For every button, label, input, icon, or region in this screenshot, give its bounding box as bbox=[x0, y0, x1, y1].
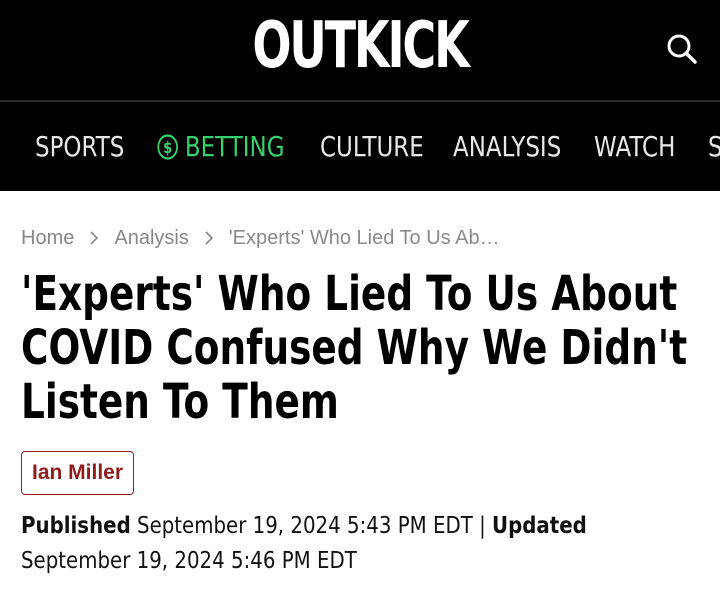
nav-culture-label: CULTURE bbox=[320, 130, 424, 163]
nav-sports-label: SPORTS bbox=[35, 130, 125, 163]
published-date: September 19, 2024 5:43 PM EDT bbox=[137, 513, 473, 539]
nav-culture[interactable]: CULTURE bbox=[320, 130, 424, 163]
main-nav: SPORTS $ BETTING CULTURE ANALYSIS WATCH … bbox=[0, 101, 720, 191]
updated-date: September 19, 2024 5:46 PM EDT bbox=[21, 548, 357, 574]
nav-betting[interactable]: $ BETTING bbox=[157, 130, 285, 163]
site-header: OUTKICK bbox=[0, 0, 720, 101]
article-title: 'Experts' Who Lied To Us About COVID Con… bbox=[21, 266, 688, 430]
outkick-logo[interactable]: OUTKICK bbox=[101, 6, 619, 86]
search-icon[interactable] bbox=[666, 33, 698, 65]
svg-text:$: $ bbox=[163, 138, 172, 157]
nav-betting-label: BETTING bbox=[184, 130, 285, 163]
nav-analysis[interactable]: ANALYSIS bbox=[453, 130, 561, 163]
nav-more-label: S bbox=[708, 130, 720, 163]
dollar-circle-icon: $ bbox=[157, 133, 178, 160]
breadcrumb-analysis[interactable]: Analysis bbox=[114, 227, 188, 250]
article-dates: Published September 19, 2024 5:43 PM EDT… bbox=[21, 509, 697, 579]
breadcrumb-current: 'Experts' Who Lied To Us Ab… bbox=[228, 226, 500, 249]
nav-watch[interactable]: WATCH bbox=[594, 130, 675, 163]
published-label: Published bbox=[21, 513, 131, 539]
date-separator: | bbox=[479, 513, 486, 539]
breadcrumb-home[interactable]: Home bbox=[21, 227, 74, 250]
chevron-right-icon bbox=[205, 231, 213, 245]
nav-analysis-label: ANALYSIS bbox=[453, 130, 562, 163]
author-link[interactable]: Ian Miller bbox=[21, 451, 135, 495]
updated-label: Updated bbox=[492, 513, 587, 539]
breadcrumb: Home Analysis 'Experts' Who Lied To Us A… bbox=[21, 225, 699, 251]
nav-sports[interactable]: SPORTS bbox=[35, 130, 124, 163]
chevron-right-icon bbox=[90, 231, 99, 245]
nav-more[interactable]: S bbox=[708, 130, 720, 163]
article-content: Home Analysis 'Experts' Who Lied To Us A… bbox=[0, 225, 720, 579]
nav-watch-label: WATCH bbox=[594, 130, 676, 163]
